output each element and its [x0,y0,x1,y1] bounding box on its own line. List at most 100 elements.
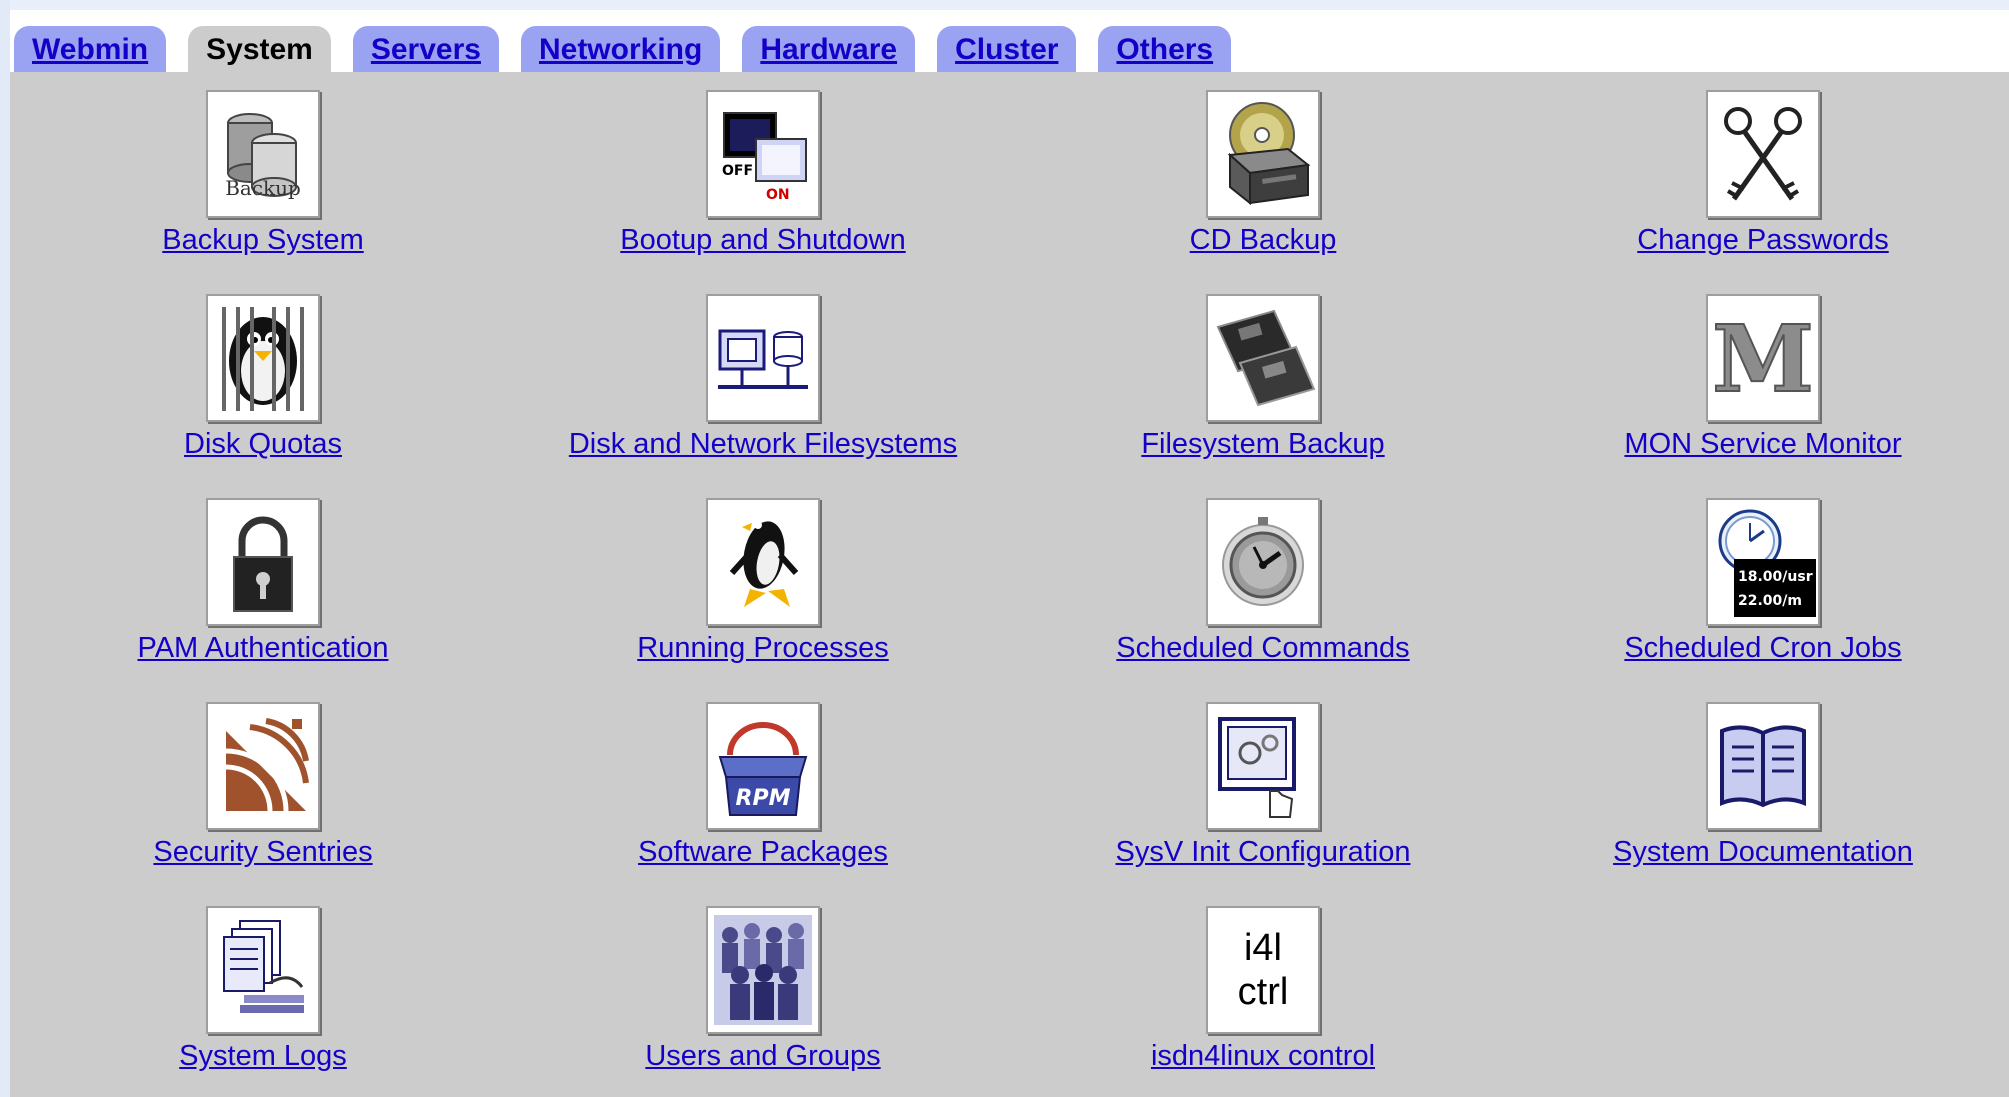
module-icon-button[interactable] [206,498,320,626]
module-icon-button[interactable] [1206,294,1320,422]
module-icon-button[interactable] [706,906,820,1034]
module-link-disk-quotas[interactable]: Disk Quotas [184,428,342,461]
module-scheduled-commands: Scheduled Commands [1013,498,1513,665]
tab-hardware-link[interactable]: Hardware [760,33,897,67]
module-icon-button[interactable] [206,702,320,830]
module-sysv-init-configuration: SysV Init Configuration [1013,702,1513,869]
on-label: ON [766,187,790,203]
module-icon-button[interactable] [1706,702,1820,830]
module-link-pam-authentication[interactable]: PAM Authentication [138,632,389,665]
module-link-sysv-init-configuration[interactable]: SysV Init Configuration [1116,836,1411,869]
module-pam-authentication: PAM Authentication [13,498,513,665]
module-mon-service-monitor: M MON Service Monitor [1513,294,2009,461]
tab-hardware[interactable]: Hardware [742,26,916,74]
log-pages-icon [223,920,304,1013]
module-icon-button[interactable]: M [1706,294,1820,422]
cron-line-1: 18.00/usr [1738,569,1813,585]
module-scheduled-cron-jobs: 18.00/usr 22.00/m Scheduled Cron Jobs [1513,498,2009,665]
cd-drive-icon [1227,102,1311,206]
module-icon-button[interactable] [1206,90,1320,218]
tab-others[interactable]: Others [1098,26,1232,74]
tab-webmin[interactable]: Webmin [14,26,167,74]
tab-others-link[interactable]: Others [1116,33,1213,67]
tab-webmin-link[interactable]: Webmin [32,33,148,67]
module-icon-button[interactable]: Backup [206,90,320,218]
module-link-mon-service-monitor[interactable]: MON Service Monitor [1624,428,1901,461]
module-disk-quotas: Disk Quotas [13,294,513,461]
module-icon-button[interactable]: OFF ON [706,90,820,218]
module-link-scheduled-cron-jobs[interactable]: Scheduled Cron Jobs [1624,632,1901,665]
module-disk-network-filesystems: Disk and Network Filesystems [513,294,1013,461]
tape-cartridge-icon [1216,309,1316,407]
open-book-icon [1720,725,1806,808]
off-label: OFF [722,163,753,179]
module-change-passwords: Change Passwords [1513,90,2009,257]
bootup-shutdown-icon: OFF ON [722,112,807,203]
letter-m-icon: M [1711,304,1815,414]
left-frame-edge [0,0,10,1097]
tab-cluster[interactable]: Cluster [937,26,1077,74]
tab-system: System [188,26,331,74]
module-icon-button[interactable] [206,906,320,1034]
module-icon-button[interactable] [206,294,320,422]
padlock-icon [233,516,293,612]
module-link-bootup-shutdown[interactable]: Bootup and Shutdown [620,224,905,257]
tab-networking[interactable]: Networking [520,26,721,74]
module-link-users-groups[interactable]: Users and Groups [645,1040,880,1073]
i4l-ctrl-icon: i4l ctrl [1238,926,1289,1014]
module-link-cd-backup[interactable]: CD Backup [1190,224,1337,257]
cron-line-2: 22.00/m [1738,593,1802,609]
module-link-running-processes[interactable]: Running Processes [637,632,888,665]
backup-database-icon: Backup [225,113,301,200]
keys-icon [1724,107,1802,201]
m-letter: M [1712,305,1814,413]
tab-networking-link[interactable]: Networking [539,33,702,67]
module-link-isdn4linux-control[interactable]: isdn4linux control [1151,1040,1375,1073]
module-users-groups: Users and Groups [513,906,1013,1073]
tab-cluster-link[interactable]: Cluster [955,33,1058,67]
module-icon-button[interactable] [1206,498,1320,626]
module-link-filesystem-backup[interactable]: Filesystem Backup [1141,428,1384,461]
top-strip [0,0,2009,10]
module-icon-button[interactable]: i4l ctrl [1206,906,1320,1034]
module-icon-button[interactable] [706,294,820,422]
sentry-waves-icon [225,718,309,812]
module-bootup-shutdown: OFF ON Bootup and Shutdown [513,90,1013,257]
module-icon-button[interactable]: 18.00/usr 22.00/m [1706,498,1820,626]
backup-icon-text: Backup [225,176,301,200]
module-icon-button[interactable] [1706,90,1820,218]
module-icon-button[interactable]: RPM [706,702,820,830]
module-system-documentation: System Documentation [1513,702,2009,869]
init-monitor-icon [1218,717,1296,818]
module-software-packages: RPM Software Packages [513,702,1013,869]
rpm-label: RPM [736,786,791,811]
module-isdn4linux-control: i4l ctrl isdn4linux control [1013,906,1513,1073]
module-running-processes: Running Processes [513,498,1013,665]
module-link-disk-network-filesystems[interactable]: Disk and Network Filesystems [569,428,957,461]
module-backup-system: Backup Backup System [13,90,513,257]
tab-servers-link[interactable]: Servers [371,33,481,67]
module-system-logs: System Logs [13,906,513,1073]
module-link-security-sentries[interactable]: Security Sentries [153,836,372,869]
module-link-scheduled-commands[interactable]: Scheduled Commands [1116,632,1409,665]
module-link-backup-system[interactable]: Backup System [162,224,363,257]
i4l-line-1: i4l [1243,927,1283,969]
filesystem-network-icon [718,329,808,389]
module-link-software-packages[interactable]: Software Packages [638,836,888,869]
tab-system-label: System [206,33,313,66]
module-link-system-documentation[interactable]: System Documentation [1613,836,1913,869]
module-icon-button[interactable] [706,498,820,626]
stopwatch-icon [1222,517,1304,606]
crowd-icon [714,915,812,1025]
category-tabs: Webmin System Servers Networking Hardwar… [14,24,1253,74]
module-link-system-logs[interactable]: System Logs [179,1040,347,1073]
module-icon-button[interactable] [1206,702,1320,830]
penguin-jail-icon [222,307,304,411]
tab-servers[interactable]: Servers [352,26,499,74]
rpm-package-icon: RPM [718,722,808,816]
clock-schedule-icon: 18.00/usr 22.00/m [1718,509,1816,617]
running-penguin-icon [729,521,799,607]
i4l-line-2: ctrl [1237,971,1289,1013]
module-link-change-passwords[interactable]: Change Passwords [1637,224,1888,257]
module-security-sentries: Security Sentries [13,702,513,869]
